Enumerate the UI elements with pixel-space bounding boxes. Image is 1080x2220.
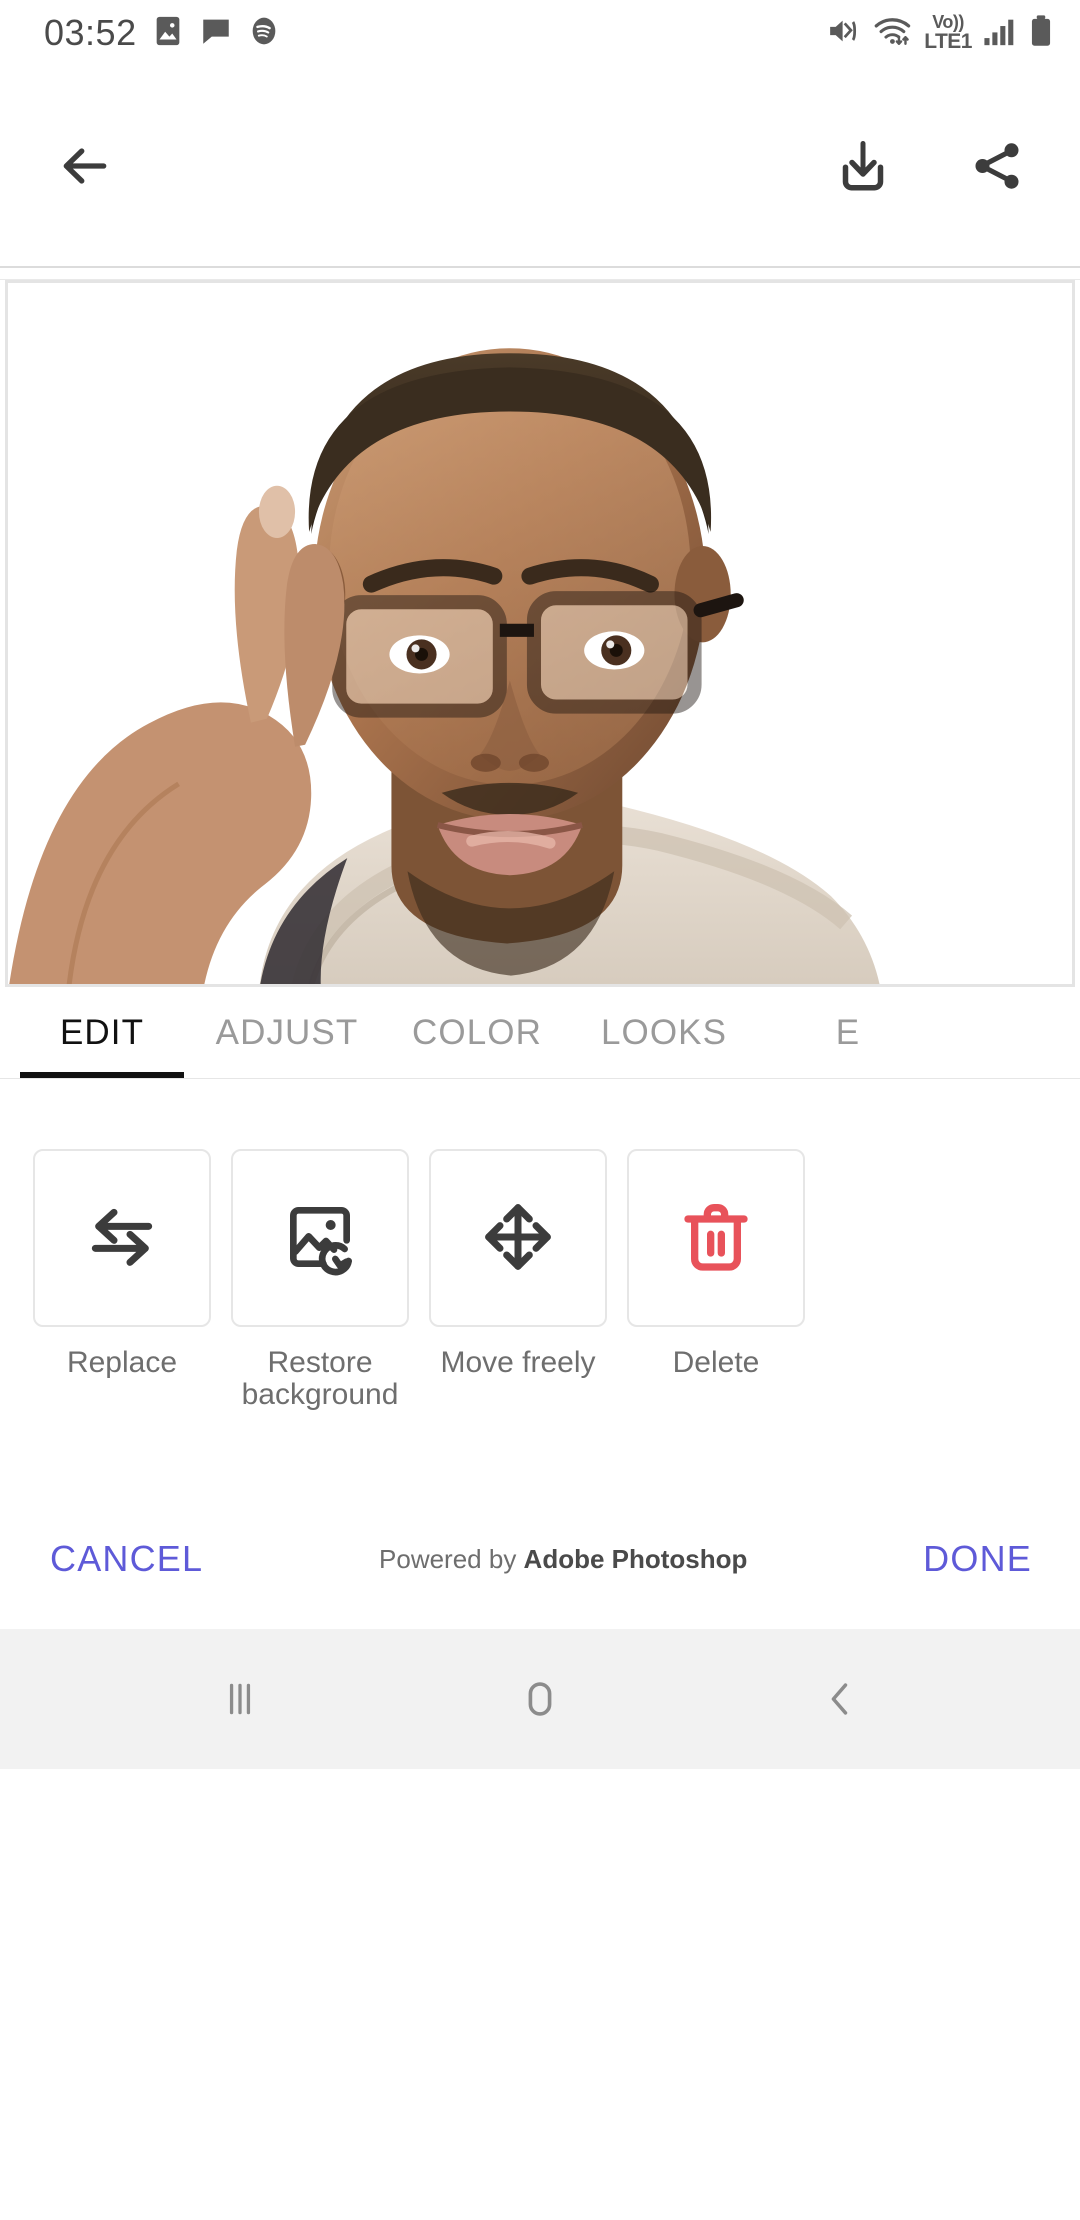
message-icon: [199, 14, 233, 53]
volte-icon: Vo)) LTE1: [924, 12, 972, 53]
app-bar: [0, 66, 1080, 266]
mute-vibrate-icon: [826, 14, 862, 53]
action-restore-background-card: [231, 1149, 409, 1327]
status-bar-right: Vo)) LTE1: [826, 12, 1054, 53]
signal-icon: [983, 15, 1017, 52]
recents-icon[interactable]: [185, 1644, 295, 1754]
powered-prefix: Powered by: [379, 1543, 524, 1574]
cancel-button[interactable]: CANCEL: [46, 1532, 207, 1586]
download-icon[interactable]: [824, 127, 902, 205]
home-icon[interactable]: [485, 1644, 595, 1754]
done-button[interactable]: DONE: [919, 1532, 1036, 1586]
editor-tabs[interactable]: EDIT ADJUST COLOR LOOKS E: [0, 987, 1080, 1078]
restore-image-icon: [280, 1197, 360, 1280]
move-arrows-icon: [478, 1197, 558, 1280]
tab-looks[interactable]: LOOKS: [570, 987, 758, 1078]
status-bar-left: 03:52: [44, 12, 281, 54]
action-restore-background[interactable]: Restore background: [231, 1149, 409, 1411]
photo-canvas[interactable]: [5, 280, 1075, 987]
portrait-photo: [8, 283, 1072, 984]
editor-tab-bar: EDIT ADJUST COLOR LOOKS E: [0, 987, 1080, 1079]
action-move-freely-card: [429, 1149, 607, 1327]
action-delete[interactable]: Delete: [627, 1149, 805, 1379]
canvas-divider: [0, 266, 1080, 280]
spotify-icon: [247, 14, 281, 53]
powered-brand: Adobe Photoshop: [523, 1543, 748, 1574]
status-bar: 03:52 Vo)) LTE1: [0, 0, 1080, 66]
trash-icon: [676, 1197, 756, 1280]
tab-adjust[interactable]: ADJUST: [190, 987, 384, 1078]
tab-effects[interactable]: E: [758, 987, 938, 1078]
action-move-freely-label: Move freely: [440, 1346, 596, 1379]
bottom-action-bar: CANCEL Powered by Adobe Photoshop DONE: [0, 1489, 1080, 1629]
back-arrow-icon[interactable]: [46, 127, 124, 205]
powered-by-label: Powered by Adobe Photoshop: [379, 1544, 747, 1575]
photo-canvas-wrap: [0, 280, 1080, 987]
edit-actions-row[interactable]: Replace Restore background Move freely D…: [0, 1079, 1080, 1489]
status-clock: 03:52: [44, 12, 137, 53]
gallery-icon: [151, 14, 185, 53]
action-replace-label: Replace: [66, 1346, 178, 1379]
action-restore-background-label: Restore background: [241, 1346, 399, 1412]
app-bar-actions: [824, 127, 1036, 205]
action-replace-card: [33, 1149, 211, 1327]
share-icon[interactable]: [958, 127, 1036, 205]
action-delete-label: Delete: [672, 1346, 760, 1379]
wifi-icon: [873, 14, 913, 53]
action-delete-card: [627, 1149, 805, 1327]
action-replace[interactable]: Replace: [33, 1149, 211, 1379]
battery-icon: [1028, 14, 1054, 53]
app-root: 03:52 Vo)) LTE1 EDIT ADJUST COLOR LOOKS …: [0, 0, 1080, 2220]
swap-arrows-icon: [82, 1197, 162, 1280]
tab-color[interactable]: COLOR: [384, 987, 570, 1078]
action-move-freely[interactable]: Move freely: [429, 1149, 607, 1379]
tab-edit[interactable]: EDIT: [14, 987, 190, 1078]
nav-back-icon[interactable]: [785, 1644, 895, 1754]
android-nav-bar: [0, 1629, 1080, 1769]
